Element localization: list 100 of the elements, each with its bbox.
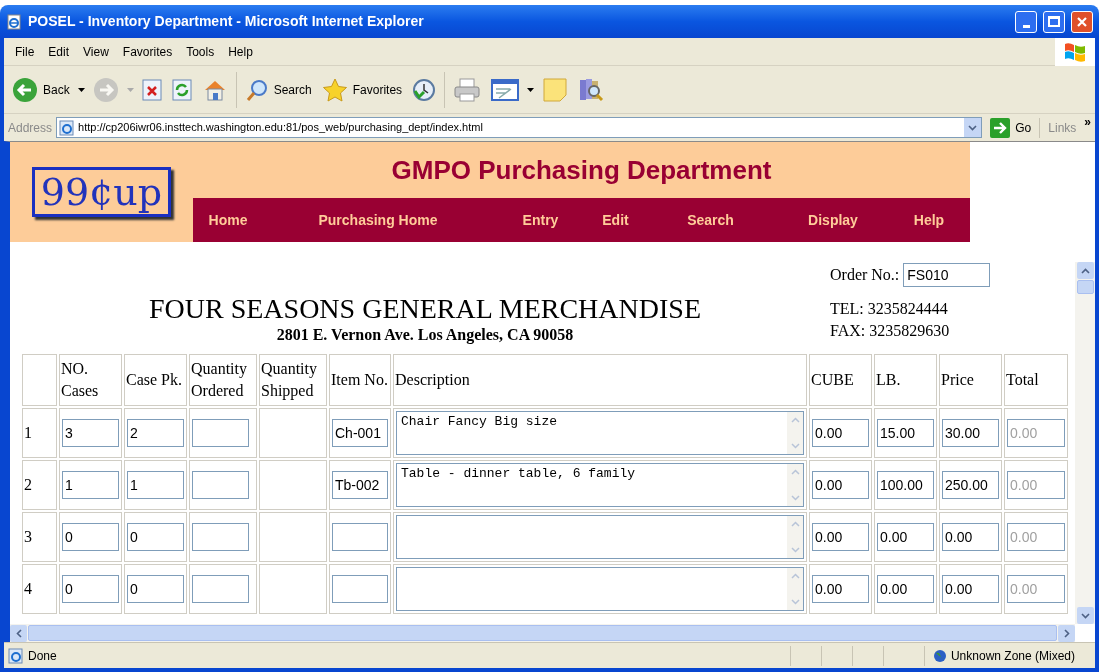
menu-item[interactable]: Help [221, 42, 260, 61]
weight-field[interactable]: 0.00 [877, 575, 934, 603]
item-number-field[interactable] [332, 523, 388, 551]
nav-link[interactable]: Home [208, 209, 248, 231]
price-field[interactable]: 0.00 [942, 523, 999, 551]
item-number-field[interactable]: Ch-001 [332, 419, 388, 447]
column-header: Item No. [331, 371, 388, 388]
item-number-field[interactable]: Tb-002 [332, 471, 388, 499]
quantity-field[interactable] [192, 471, 249, 499]
page-icon [59, 119, 76, 136]
scroll-up-button[interactable] [1076, 262, 1094, 279]
note-icon [542, 76, 569, 103]
weight-field[interactable]: 0.00 [877, 523, 934, 551]
menu-item[interactable]: View [76, 42, 116, 61]
column-header: LB. [876, 371, 901, 388]
back-button[interactable]: Back [10, 69, 72, 110]
minimize-button[interactable] [1015, 10, 1037, 33]
go-button[interactable]: Go [986, 116, 1036, 139]
cube-field[interactable]: 0.00 [812, 419, 869, 447]
star-icon [321, 77, 348, 102]
close-icon [1076, 15, 1088, 28]
chevron-up-icon [1080, 267, 1090, 274]
column-header: Case Pk. [126, 371, 182, 388]
price-field[interactable]: 30.00 [942, 419, 999, 447]
x-icon [141, 78, 162, 101]
row-number: 3 [24, 528, 32, 545]
menu-item[interactable]: Edit [41, 42, 77, 61]
cube-field[interactable]: 0.00 [812, 523, 869, 551]
row-number: 1 [24, 424, 32, 441]
case-pack-field[interactable]: 1 [127, 471, 184, 499]
telephone-text: TEL: 3235824444 [830, 299, 949, 319]
nav-link[interactable]: Help [913, 209, 945, 231]
windows-logo-icon [1055, 37, 1095, 66]
nav-link[interactable]: Purchasing Home [318, 209, 438, 231]
cases-field[interactable]: 0 [62, 523, 119, 551]
case-pack-field[interactable]: 0 [127, 523, 184, 551]
search-icon [244, 77, 269, 102]
nav-link[interactable]: Search [687, 209, 734, 231]
dropdown-button[interactable] [964, 118, 982, 137]
nav-link[interactable]: Display [808, 209, 858, 231]
nav-link[interactable]: Edit [602, 209, 629, 231]
close-button[interactable] [1071, 10, 1093, 33]
scroll-right-button[interactable] [1058, 624, 1075, 642]
zone-text: Unknown Zone (Mixed) [950, 647, 1076, 665]
chevron-icon[interactable]: » [1084, 114, 1091, 130]
row-number: 4 [24, 580, 32, 597]
case-pack-field[interactable]: 2 [127, 419, 184, 447]
menu-item[interactable]: File [8, 42, 42, 61]
page-icon [8, 647, 24, 664]
vertical-scrollbar[interactable] [1075, 262, 1095, 624]
address-label: Address [8, 119, 53, 137]
favorites-button[interactable]: Favorites [319, 69, 405, 110]
order-number-field[interactable]: FS010 [903, 263, 991, 287]
page-title: GMPO Purchasing Department [391, 153, 772, 187]
printer-icon [453, 77, 482, 102]
case-pack-field[interactable]: 0 [127, 575, 184, 603]
address-field[interactable]: http://cp206iwr06.insttech.washington.edu:81/pos_web/purchasing_dept/index.html [56, 117, 983, 138]
item-number-field[interactable] [332, 575, 388, 603]
cases-field[interactable]: 3 [62, 419, 119, 447]
cube-field[interactable]: 0.00 [812, 575, 869, 603]
price-field[interactable]: 250.00 [942, 471, 999, 499]
quantity-field[interactable] [192, 575, 249, 603]
cases-field[interactable]: 0 [62, 575, 119, 603]
scroll-thumb[interactable] [1076, 280, 1094, 294]
weight-field[interactable]: 15.00 [877, 419, 934, 447]
document-icon [491, 77, 520, 102]
search-button[interactable]: Search [242, 69, 314, 110]
quantity-field[interactable] [192, 523, 249, 551]
row-number: 2 [24, 476, 32, 493]
column-header: Price [941, 371, 974, 388]
chevron-down-icon [1080, 612, 1090, 619]
globe-icon [932, 648, 947, 663]
column-header: Description [395, 371, 470, 388]
dropdown-arrow-icon[interactable] [77, 87, 85, 92]
quantity-field[interactable] [192, 419, 249, 447]
company-address: 2801 E. Vernon Ave. Los Angeles, CA 90058 [276, 325, 574, 346]
logo[interactable]: 99¢up [31, 167, 172, 217]
chevron-left-icon [15, 628, 22, 638]
cube-field[interactable]: 0.00 [812, 471, 869, 499]
maximize-button[interactable] [1043, 10, 1065, 33]
column-header: Quantity Shipped [261, 360, 317, 399]
menu-item[interactable]: Favorites [115, 42, 180, 61]
menu-item[interactable]: Tools [179, 42, 222, 61]
refresh-icon [171, 78, 192, 101]
nav-link[interactable]: Entry [522, 209, 559, 231]
column-header: NO. Cases [61, 360, 99, 399]
clock-icon [412, 77, 437, 102]
weight-field[interactable]: 100.00 [877, 471, 934, 499]
dropdown-arrow-icon[interactable] [527, 87, 535, 92]
company-name: FOUR SEASONS GENERAL MERCHANDISE [149, 294, 701, 324]
status-text: Done [28, 647, 58, 665]
chevron-right-icon [1063, 628, 1070, 638]
price-field[interactable]: 0.00 [942, 575, 999, 603]
window-title: POSEL - Inventory Department - Microsoft Internet Explorer [28, 12, 425, 31]
order-label: Order No.: [830, 265, 900, 285]
scroll-down-button[interactable] [1076, 607, 1094, 624]
cases-field[interactable]: 1 [62, 471, 119, 499]
chevron-down-icon [968, 124, 978, 131]
scroll-left-button[interactable] [10, 624, 27, 642]
books-icon [578, 76, 605, 103]
